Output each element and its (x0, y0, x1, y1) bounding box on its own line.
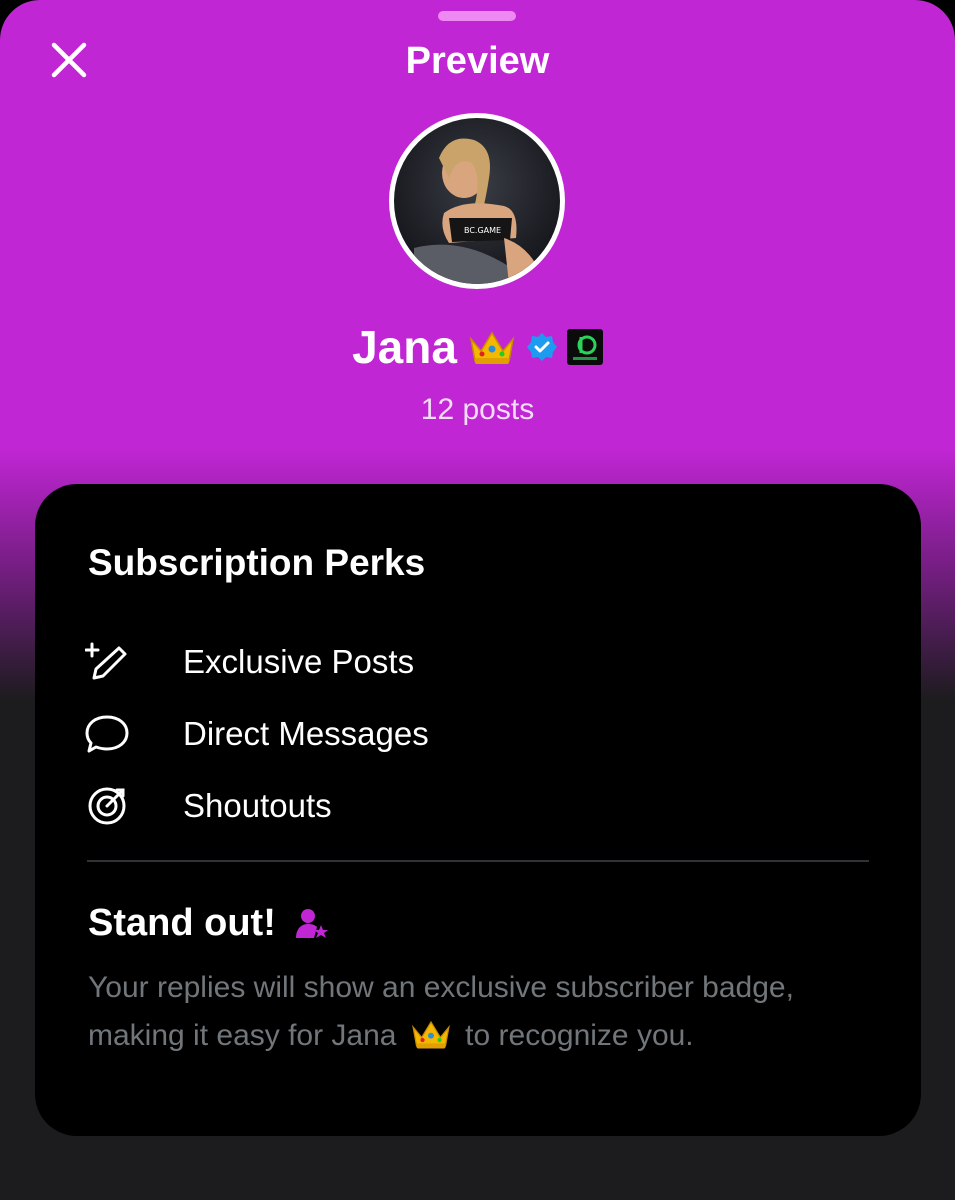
drag-handle[interactable] (438, 11, 516, 21)
section-title: Subscription Perks (88, 542, 426, 583)
crown-icon (411, 1020, 450, 1049)
perk-label: Shoutouts (183, 787, 332, 824)
description-text: to recognize you. (465, 1019, 694, 1052)
page-title: Preview (405, 40, 550, 82)
subscriber-badge-icon (295, 908, 328, 938)
affiliate-logo-icon (566, 329, 603, 365)
verified-badge-icon (526, 333, 557, 361)
perk-label: Direct Messages (183, 715, 429, 752)
perk-shoutouts: Shoutouts (85, 784, 785, 828)
standout-header: Stand out! (88, 902, 330, 945)
post-count: 12 posts (420, 393, 535, 426)
profile-name-row: Jana (0, 320, 955, 374)
preview-sheet: Preview BC.GAME Jana 12 posts Subscripti… (0, 0, 955, 1200)
standout-title: Stand out! (88, 902, 276, 944)
divider (87, 860, 869, 862)
avatar: BC.GAME (389, 113, 565, 289)
profile-name: Jana (352, 321, 457, 373)
perk-direct-messages: Direct Messages (85, 712, 785, 756)
perk-exclusive-posts: Exclusive Posts (85, 640, 785, 684)
crown-icon (469, 331, 515, 364)
chat-bubble-icon (85, 715, 129, 753)
subscription-perks-card: Subscription Perks Exclusive Posts Direc… (35, 484, 921, 1136)
target-icon (88, 787, 126, 825)
pen-plus-icon (85, 642, 127, 680)
standout-description: Your replies will show an exclusive subs… (88, 964, 878, 1060)
perk-label: Exclusive Posts (183, 643, 415, 680)
svg-text:BC.GAME: BC.GAME (464, 226, 501, 235)
